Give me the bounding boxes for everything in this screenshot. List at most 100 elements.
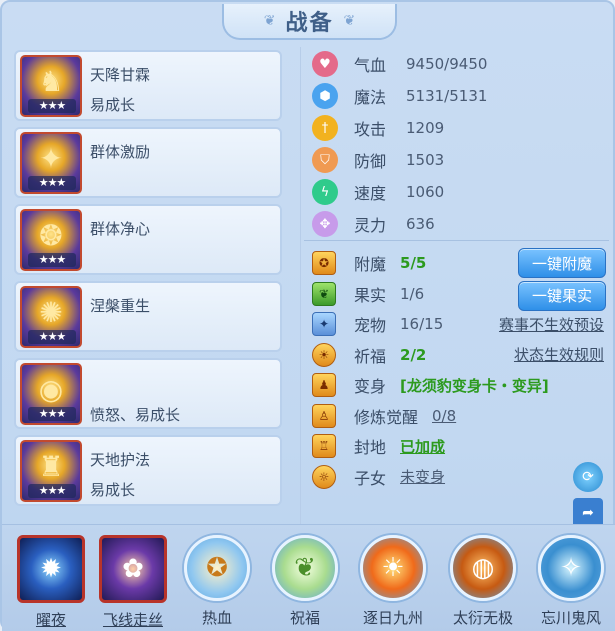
bottom-item-label: 太衍无极 (452, 609, 513, 627)
skill-icon: ✦ ★★★ (20, 132, 82, 194)
attr-value: 5/5 (400, 254, 427, 273)
skill-circle-icon: ❦ (272, 535, 338, 601)
stat-value: 636 (406, 215, 435, 233)
skill-glyph-icon: ♞ (38, 65, 64, 98)
attr-value[interactable]: 0/8 (432, 407, 456, 425)
bottom-item[interactable]: ✹ 曜夜 (12, 535, 90, 630)
mana-icon: ⬢ (312, 83, 338, 109)
shield-icon: ⛉ (312, 147, 338, 173)
stat-value: 1503 (406, 151, 445, 169)
attr-row-fief: ♖ 封地 已加成 (312, 431, 612, 462)
star-rating: ★★★ (28, 484, 76, 498)
skill-card[interactable]: ◉ ★★★ 愤怒、易成长 (14, 358, 282, 429)
cultivation-icon: ♙ (312, 403, 336, 428)
skill-name: 涅槃重生 (90, 297, 151, 315)
refresh-icon[interactable]: ⟳ (573, 462, 603, 492)
attr-value[interactable]: 未变身 (400, 466, 445, 487)
bottom-item[interactable]: ❦ 祝福 (266, 535, 344, 628)
skill-glyph-icon: ♜ (38, 450, 64, 483)
skill-card[interactable]: ♜ ★★★ 天地护法 易成长 (14, 435, 282, 506)
skill-glyph-icon: ✦ (39, 142, 63, 175)
attr-row-enchant: ✪ 附魔 5/5 一键附魔 (312, 248, 612, 279)
sword-icon: † (312, 115, 338, 141)
stat-label: 气血 (354, 56, 387, 75)
bottom-item-label: 祝福 (289, 609, 320, 627)
stat-row-speed: ϟ 速度 1060 (312, 176, 612, 208)
star-rating: ★★★ (28, 99, 76, 113)
attr-value: 2/2 (400, 345, 427, 364)
skill-trait: 易成长 (90, 481, 136, 499)
skill-trait: 愤怒、易成长 (90, 406, 181, 424)
attr-label: 果实 (354, 285, 387, 305)
skill-card[interactable]: ♞ ★★★ 天降甘霖 易成长 (14, 50, 282, 121)
star-rating: ★★★ (28, 330, 76, 344)
skill-glyph-icon: ❂ (39, 219, 63, 252)
one-click-fruit-button[interactable]: 一键果实 (518, 280, 606, 311)
bottom-skill-bar: ✹ 曜夜 ✿ 飞线走丝 ✪ 热血 ❦ 祝福 ☀ 逐日九州 ◍ 太衍无极 ✧ 忘川… (2, 524, 615, 631)
attr-label: 变身 (354, 377, 387, 397)
skill-list: ♞ ★★★ 天降甘霖 易成长 ✦ ★★★ 群体激励 ❂ ★★★ 群体净心 ✺ ★… (14, 50, 282, 512)
stat-row-hp: ♥ 气血 9450/9450 (312, 48, 612, 80)
stat-label: 防御 (354, 152, 387, 171)
status-rule-link[interactable]: 状态生效规则 (514, 344, 604, 365)
one-click-enchant-button[interactable]: 一键附魔 (518, 248, 606, 279)
stat-value: 5131/5131 (406, 87, 488, 105)
attr-value[interactable]: 已加成 (400, 436, 445, 457)
bottom-item-label: 曜夜 (35, 611, 66, 629)
bottom-item[interactable]: ✧ 忘川鬼风 (532, 535, 610, 628)
child-icon: ☼ (312, 464, 336, 489)
title-ornament-left: ❦ (263, 13, 276, 29)
stat-label: 魔法 (354, 88, 387, 107)
lightning-icon: ϟ (312, 179, 338, 205)
skill-icon: ❂ ★★★ (20, 209, 82, 271)
skill-circle-icon: ☀ (360, 535, 426, 601)
bottom-item-label: 忘川鬼风 (540, 609, 601, 627)
skill-trait: 易成长 (90, 96, 136, 114)
pet-preset-link[interactable]: 赛事不生效预设 (499, 314, 604, 335)
attr-label: 祈福 (354, 346, 387, 366)
bottom-item[interactable]: ✪ 热血 (178, 535, 256, 628)
title-banner: ❦ 战备 ❦ (222, 4, 397, 40)
stat-row-spirit: ✥ 灵力 636 (312, 208, 612, 240)
stat-value: 9450/9450 (406, 55, 488, 73)
stats-list: ♥ 气血 9450/9450 ⬢ 魔法 5131/5131 † 攻击 1209 … (312, 48, 612, 240)
skill-name: 群体激励 (90, 143, 151, 161)
star-rating: ★★★ (28, 253, 76, 267)
stats-divider (304, 240, 609, 241)
stat-value: 1209 (406, 119, 445, 137)
enchant-icon: ✪ (312, 251, 336, 276)
skill-circle-icon: ✪ (184, 535, 250, 601)
attribute-list: ✪ 附魔 5/5 一键附魔 ❦ 果实 1/6 一键果实 ✦ 宠物 16/15 赛… (312, 248, 612, 492)
pet-icon: ✦ (312, 312, 336, 337)
attr-row-fruit: ❦ 果实 1/6 一键果实 (312, 279, 612, 311)
skill-circle-icon: ◍ (450, 535, 516, 601)
attr-row-pet: ✦ 宠物 16/15 赛事不生效预设 (312, 309, 612, 340)
skill-circle-icon: ✧ (538, 535, 604, 601)
attr-row-transform: ♟ 变身 [龙须豹变身卡・变异] (312, 370, 612, 401)
skill-card[interactable]: ❂ ★★★ 群体净心 (14, 204, 282, 275)
blessing-icon: ☀ (312, 342, 336, 367)
attr-row-blessing: ☀ 祈福 2/2 状态生效规则 (312, 340, 612, 371)
bottom-item-label: 逐日九州 (362, 609, 423, 627)
bottom-item[interactable]: ✿ 飞线走丝 (94, 535, 172, 630)
page-title: 战备 (285, 11, 334, 36)
attr-value: [龙须豹变身卡・变异] (400, 376, 549, 395)
skill-card[interactable]: ✺ ★★★ 涅槃重生 (14, 281, 282, 352)
attr-value: 16/15 (400, 315, 444, 334)
fief-icon: ♖ (312, 434, 336, 459)
stat-label: 灵力 (354, 216, 387, 235)
skill-icon: ♞ ★★★ (20, 55, 82, 117)
skill-square-icon: ✿ (99, 535, 167, 603)
attr-row-cultivation: ♙ 修炼觉醒 0/8 (312, 401, 612, 432)
skill-card[interactable]: ✦ ★★★ 群体激励 (14, 127, 282, 198)
skill-name: 群体净心 (90, 220, 151, 238)
star-rating: ★★★ (28, 176, 76, 190)
stat-label: 速度 (354, 184, 387, 203)
bottom-item-label: 飞线走丝 (102, 611, 163, 629)
attr-label: 宠物 (354, 316, 387, 336)
bottom-item[interactable]: ☀ 逐日九州 (354, 535, 432, 628)
battle-prep-panel: ❦ 战备 ❦ ♞ ★★★ 天降甘霖 易成长 ✦ ★★★ 群体激励 ❂ ★★★ 群… (0, 0, 615, 631)
title-ornament-right: ❦ (343, 13, 356, 29)
bottom-item[interactable]: ◍ 太衍无极 (444, 535, 522, 628)
skill-name: 天地护法 (90, 451, 151, 469)
